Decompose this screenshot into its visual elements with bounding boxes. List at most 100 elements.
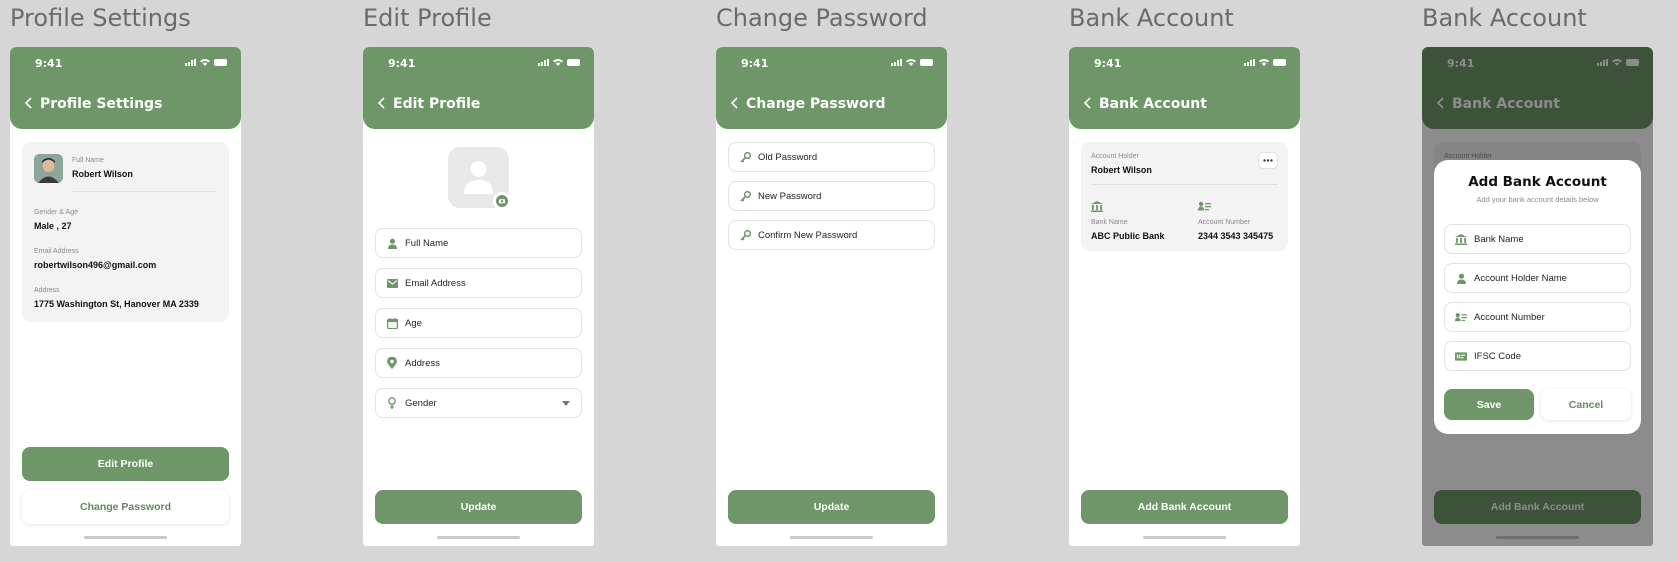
field-placeholder: Confirm New Password bbox=[758, 229, 858, 241]
bank-account-modal-screen: 9:41 Bank Account Account Holder Add Ban… bbox=[1422, 47, 1653, 546]
profile-info-card: Full Name Robert Wilson Gender & Age Mal… bbox=[22, 142, 229, 322]
field-placeholder: Bank Name bbox=[1474, 233, 1524, 245]
address-input[interactable]: Address bbox=[375, 348, 582, 378]
bank-name-input[interactable]: Bank Name bbox=[1444, 224, 1631, 254]
gender-age-value: Male , 27 bbox=[34, 221, 72, 231]
gender-age-label: Gender & Age bbox=[34, 209, 78, 216]
wifi-icon bbox=[906, 59, 916, 66]
back-arrow-icon[interactable] bbox=[730, 96, 740, 110]
status-time: 9:41 bbox=[388, 57, 416, 70]
more-dots-icon bbox=[1263, 159, 1273, 162]
divider bbox=[72, 191, 217, 192]
edit-profile-screen: 9:41 Edit Profile Full Name Email Addres… bbox=[363, 47, 594, 546]
home-indicator bbox=[1143, 536, 1226, 539]
full-name-label: Full Name bbox=[72, 157, 104, 164]
field-placeholder: Account Holder Name bbox=[1474, 272, 1567, 284]
email-input[interactable]: Email Address bbox=[375, 268, 582, 298]
screen-label-bank-account-modal: Bank Account bbox=[1422, 4, 1587, 32]
location-pin-icon bbox=[386, 357, 398, 369]
signal-icon bbox=[185, 58, 196, 66]
wifi-icon bbox=[200, 59, 210, 66]
field-placeholder: Age bbox=[405, 317, 422, 329]
status-time: 9:41 bbox=[35, 57, 63, 70]
field-placeholder: Old Password bbox=[758, 151, 818, 163]
update-button[interactable]: Update bbox=[375, 490, 582, 524]
address-value: 1775 Washington St, Hanover MA 2339 bbox=[34, 299, 199, 309]
more-options-button[interactable] bbox=[1258, 152, 1278, 169]
profile-settings-screen: 9:41 Profile Settings Full Name Robert W… bbox=[10, 47, 241, 546]
home-indicator bbox=[84, 536, 167, 539]
screen-label-bank-account: Bank Account bbox=[1069, 4, 1234, 32]
field-placeholder: Email Address bbox=[405, 277, 466, 289]
user-icon bbox=[1455, 272, 1467, 284]
edit-profile-button[interactable]: Edit Profile bbox=[22, 447, 229, 481]
status-icons bbox=[538, 58, 580, 66]
cancel-button[interactable]: Cancel bbox=[1541, 389, 1631, 420]
id-card-icon bbox=[1198, 201, 1211, 211]
screen-label-change-password: Change Password bbox=[716, 4, 928, 32]
signal-icon bbox=[538, 58, 549, 66]
email-label: Email Address bbox=[34, 248, 79, 255]
back-arrow-icon[interactable] bbox=[377, 96, 387, 110]
old-password-input[interactable]: Old Password bbox=[728, 142, 935, 172]
add-bank-account-button[interactable]: Add Bank Account bbox=[1081, 490, 1288, 524]
screen-label-profile-settings: Profile Settings bbox=[10, 4, 191, 32]
divider bbox=[1091, 184, 1278, 185]
app-header: 9:41 Profile Settings bbox=[10, 47, 241, 129]
field-placeholder: Account Number bbox=[1474, 311, 1545, 323]
signal-icon bbox=[1244, 58, 1255, 66]
field-placeholder: Address bbox=[405, 357, 440, 369]
full-name-value: Robert Wilson bbox=[72, 169, 133, 179]
account-number-input[interactable]: Account Number bbox=[1444, 302, 1631, 332]
calendar-icon bbox=[386, 317, 398, 329]
full-name-input[interactable]: Full Name bbox=[375, 228, 582, 258]
account-holder-label: Account Holder bbox=[1091, 153, 1139, 160]
header-title: Bank Account bbox=[1099, 96, 1207, 112]
ifsc-code-input[interactable]: IFSC Code bbox=[1444, 341, 1631, 371]
mail-icon bbox=[386, 277, 398, 289]
screen-label-edit-profile: Edit Profile bbox=[363, 4, 492, 32]
camera-icon[interactable] bbox=[493, 192, 511, 210]
new-password-input[interactable]: New Password bbox=[728, 181, 935, 211]
app-header: 9:41 Edit Profile bbox=[363, 47, 594, 129]
ifsc-icon bbox=[1455, 350, 1467, 362]
bank-icon bbox=[1091, 201, 1103, 212]
home-indicator bbox=[790, 536, 873, 539]
bank-account-card: Account Holder Robert Wilson Bank Name A… bbox=[1081, 142, 1288, 251]
email-value: robertwilson496@gmail.com bbox=[34, 260, 157, 270]
bank-account-screen: 9:41 Bank Account Account Holder Robert … bbox=[1069, 47, 1300, 546]
address-label: Address bbox=[34, 287, 60, 294]
modal-subtitle: Add your bank account details below bbox=[1476, 195, 1599, 204]
key-icon bbox=[739, 190, 751, 202]
update-button[interactable]: Update bbox=[728, 490, 935, 524]
add-bank-account-modal: Add Bank Account Add your bank account d… bbox=[1434, 160, 1641, 434]
field-placeholder: New Password bbox=[758, 190, 822, 202]
header-title: Profile Settings bbox=[40, 96, 163, 112]
account-holder-name-input[interactable]: Account Holder Name bbox=[1444, 263, 1631, 293]
field-placeholder: Gender bbox=[405, 397, 437, 409]
status-icons bbox=[1244, 58, 1286, 66]
avatar bbox=[34, 154, 63, 183]
account-number-label: Account Number bbox=[1198, 219, 1251, 226]
app-header: 9:41 Bank Account bbox=[1069, 47, 1300, 129]
back-arrow-icon[interactable] bbox=[1083, 96, 1093, 110]
home-indicator bbox=[437, 536, 520, 539]
account-number-value: 2344 3543 345475 bbox=[1198, 231, 1274, 241]
user-icon bbox=[386, 237, 398, 249]
age-input[interactable]: Age bbox=[375, 308, 582, 338]
battery-icon bbox=[567, 58, 580, 66]
gender-select[interactable]: Gender bbox=[375, 388, 582, 418]
field-placeholder: IFSC Code bbox=[1474, 350, 1521, 362]
key-icon bbox=[739, 151, 751, 163]
confirm-password-input[interactable]: Confirm New Password bbox=[728, 220, 935, 250]
signal-icon bbox=[891, 58, 902, 66]
wifi-icon bbox=[1259, 59, 1269, 66]
profile-photo-placeholder[interactable] bbox=[448, 147, 511, 210]
back-arrow-icon[interactable] bbox=[24, 96, 34, 110]
save-button[interactable]: Save bbox=[1444, 389, 1534, 420]
change-password-button[interactable]: Change Password bbox=[22, 490, 229, 524]
field-placeholder: Full Name bbox=[405, 237, 449, 249]
wifi-icon bbox=[553, 59, 563, 66]
chevron-down-icon[interactable] bbox=[562, 401, 570, 406]
id-card-icon bbox=[1455, 311, 1467, 323]
